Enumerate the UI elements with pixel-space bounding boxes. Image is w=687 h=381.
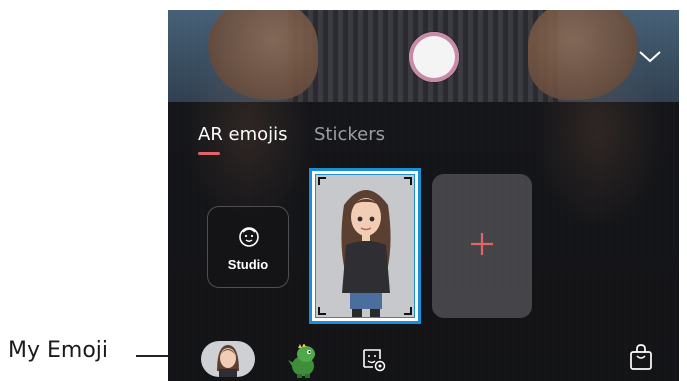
tab-stickers[interactable]: Stickers bbox=[314, 124, 385, 145]
callout-label: My Emoji bbox=[8, 338, 109, 363]
hair-left bbox=[208, 10, 318, 100]
add-emoji-button[interactable] bbox=[432, 174, 532, 318]
studio-button[interactable]: Studio bbox=[207, 206, 289, 288]
shutter-button[interactable] bbox=[409, 32, 459, 82]
avatar-figure bbox=[341, 190, 391, 317]
emoji-avatar-preview bbox=[315, 174, 415, 318]
active-tab-indicator bbox=[198, 152, 220, 155]
plus-icon bbox=[471, 233, 493, 255]
my-emoji-thumbnail[interactable] bbox=[201, 341, 255, 377]
avatar-head-icon bbox=[217, 345, 239, 377]
tab-ar-emojis[interactable]: AR emojis bbox=[198, 124, 288, 145]
dinosaur-emoji-icon[interactable] bbox=[286, 344, 318, 378]
smiley-face-icon bbox=[239, 227, 259, 247]
my-emoji-tile[interactable] bbox=[309, 168, 421, 324]
chevron-down-icon[interactable] bbox=[638, 46, 662, 66]
studio-label: Studio bbox=[227, 257, 269, 272]
sticker-settings-icon[interactable] bbox=[361, 347, 387, 373]
hair-right bbox=[528, 10, 638, 100]
shopping-bag-icon[interactable] bbox=[628, 343, 654, 371]
camera-screen: AR emojis Stickers Studio bbox=[168, 10, 679, 381]
